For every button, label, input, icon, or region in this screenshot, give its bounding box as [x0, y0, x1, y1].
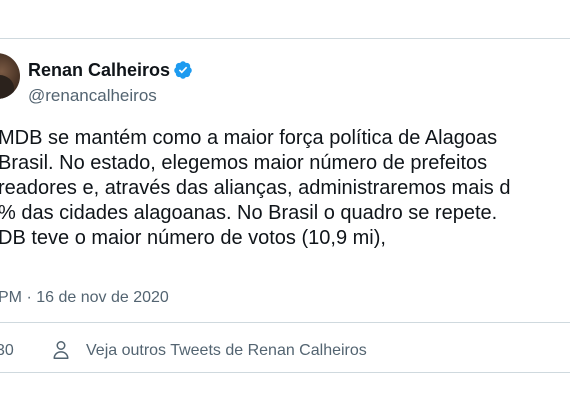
person-icon: [53, 341, 69, 359]
tweet-embed-page: Renan Calheiros @renancalheiros MDB se m…: [0, 0, 570, 400]
tweet-text-line: readores e, através das alianças, admini…: [0, 177, 511, 199]
author-display-name[interactable]: Renan Calheiros: [28, 60, 170, 81]
tweet-text: MDB se mantém como a maior força polític…: [0, 126, 570, 251]
tweet-text-line: MDB se mantém como a maior força polític…: [0, 127, 498, 149]
tweet-text-line: Brasil. No estado, elegemos maior número…: [0, 152, 488, 174]
author-handle[interactable]: @renancalheiros: [28, 86, 157, 106]
divider: [0, 322, 570, 323]
tweet-text-line: DB teve o maior número de votos (10,9 mi…: [0, 227, 386, 249]
like-count[interactable]: 30: [0, 342, 14, 360]
verified-badge-icon: [174, 61, 192, 79]
tweet-text-line: % das cidades alagoanas. No Brasil o qua…: [0, 202, 498, 224]
more-tweets-link[interactable]: Veja outros Tweets de Renan Calheiros: [86, 342, 367, 360]
tweet-timestamp[interactable]: PM · 16 de nov de 2020: [0, 289, 169, 307]
